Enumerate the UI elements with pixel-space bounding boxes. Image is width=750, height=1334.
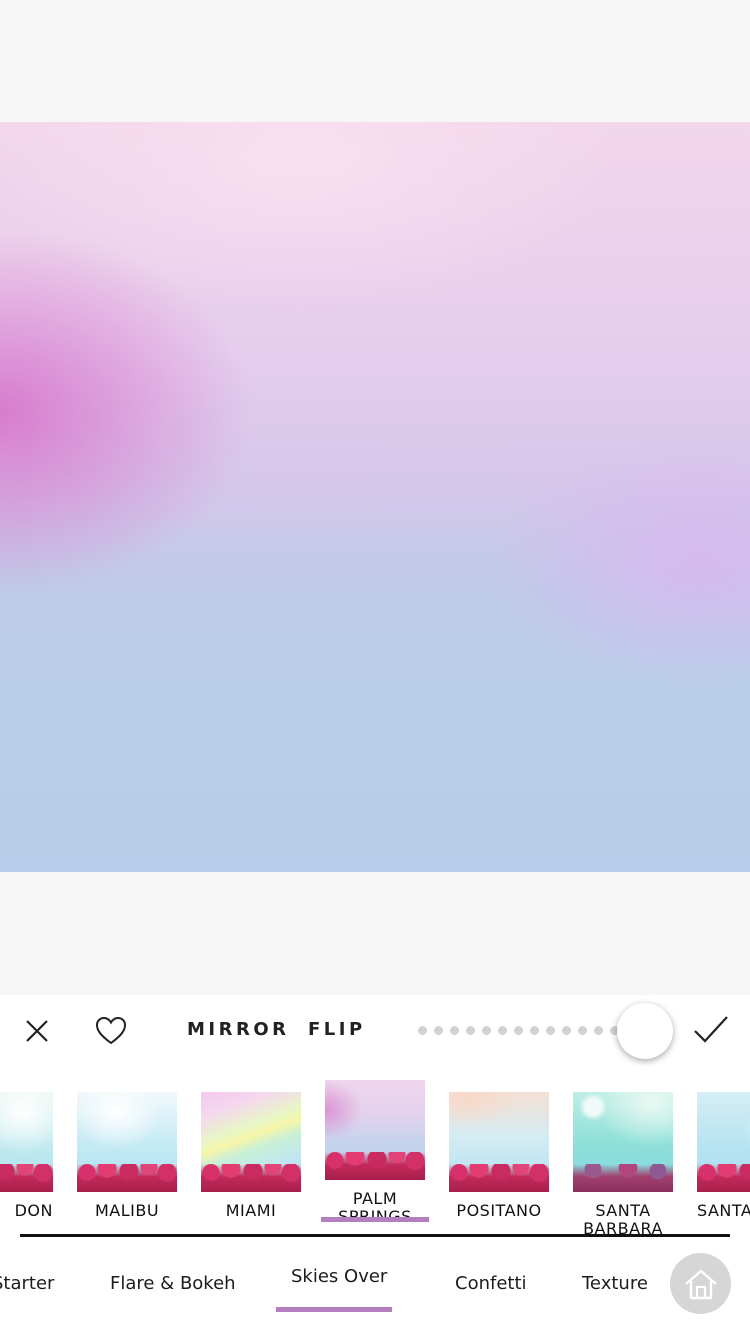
preset-label: DON — [14, 1201, 53, 1220]
flip-button[interactable]: FLIP — [308, 1019, 366, 1040]
category-tabs[interactable]: Starter Flare & Bokeh Skies Over Confett… — [0, 1237, 750, 1334]
preset-item[interactable]: SANTA — [697, 1092, 750, 1220]
preset-label: SANTA — [697, 1201, 750, 1220]
preset-thumbnail — [573, 1092, 673, 1192]
tab-texture[interactable]: Texture — [582, 1273, 648, 1294]
preset-label: MALIBU — [94, 1201, 160, 1220]
preset-item-selected[interactable]: PALM SPRINGS — [325, 1080, 425, 1226]
preset-item[interactable]: MALIBU — [77, 1092, 177, 1220]
checkmark-icon — [694, 1016, 728, 1043]
selected-tab-indicator — [276, 1307, 392, 1312]
preset-thumbnail — [325, 1080, 425, 1180]
preset-thumbnail — [697, 1092, 750, 1192]
preset-thumbnail — [0, 1092, 53, 1192]
preset-label: POSITANO — [456, 1201, 542, 1220]
preset-label: MIAMI — [225, 1201, 277, 1220]
slider-tick — [514, 1026, 523, 1035]
slider-tick — [450, 1026, 459, 1035]
slider-tick — [498, 1026, 507, 1035]
close-button[interactable] — [22, 1016, 52, 1046]
slider-tick — [562, 1026, 571, 1035]
preset-label: SANTA BARBARA — [583, 1201, 663, 1238]
intensity-slider[interactable] — [418, 1025, 648, 1037]
preset-thumbnail — [449, 1092, 549, 1192]
slider-tick — [546, 1026, 555, 1035]
slider-tick — [578, 1026, 587, 1035]
slider-tick — [418, 1026, 427, 1035]
slider-tick — [530, 1026, 539, 1035]
preset-item[interactable]: POSITANO — [449, 1092, 549, 1220]
preset-item[interactable]: SANTA BARBARA — [573, 1092, 673, 1237]
favorite-button[interactable] — [94, 1015, 128, 1047]
slider-thumb[interactable] — [617, 1003, 673, 1059]
close-icon — [26, 1020, 48, 1042]
slider-tick — [482, 1026, 491, 1035]
photo-preview[interactable] — [0, 122, 750, 872]
heart-icon — [95, 1016, 127, 1045]
tab-confetti[interactable]: Confetti — [455, 1273, 527, 1294]
tab-starter[interactable]: Starter — [0, 1273, 54, 1294]
preset-item[interactable]: MIAMI — [201, 1092, 301, 1220]
slider-tick — [434, 1026, 443, 1035]
preset-item[interactable]: DON — [0, 1092, 53, 1220]
preset-thumbnail — [77, 1092, 177, 1192]
editor-canvas — [0, 0, 750, 995]
slider-tick — [466, 1026, 475, 1035]
apply-button[interactable] — [692, 1013, 730, 1047]
tab-skies-over[interactable]: Skies Over — [291, 1266, 387, 1287]
home-icon — [684, 1269, 717, 1299]
tab-flare-bokeh[interactable]: Flare & Bokeh — [110, 1273, 236, 1294]
edit-toolbar: MIRROR FLIP — [0, 995, 750, 1067]
mirror-button[interactable]: MIRROR — [187, 1019, 290, 1040]
home-button[interactable] — [670, 1253, 731, 1314]
preset-strip[interactable]: DON MALIBU MIAMI PALM SPRINGS POSITANO S… — [0, 1067, 750, 1237]
slider-tick — [594, 1026, 603, 1035]
preset-thumbnail — [201, 1092, 301, 1192]
selected-preset-indicator — [321, 1217, 429, 1222]
